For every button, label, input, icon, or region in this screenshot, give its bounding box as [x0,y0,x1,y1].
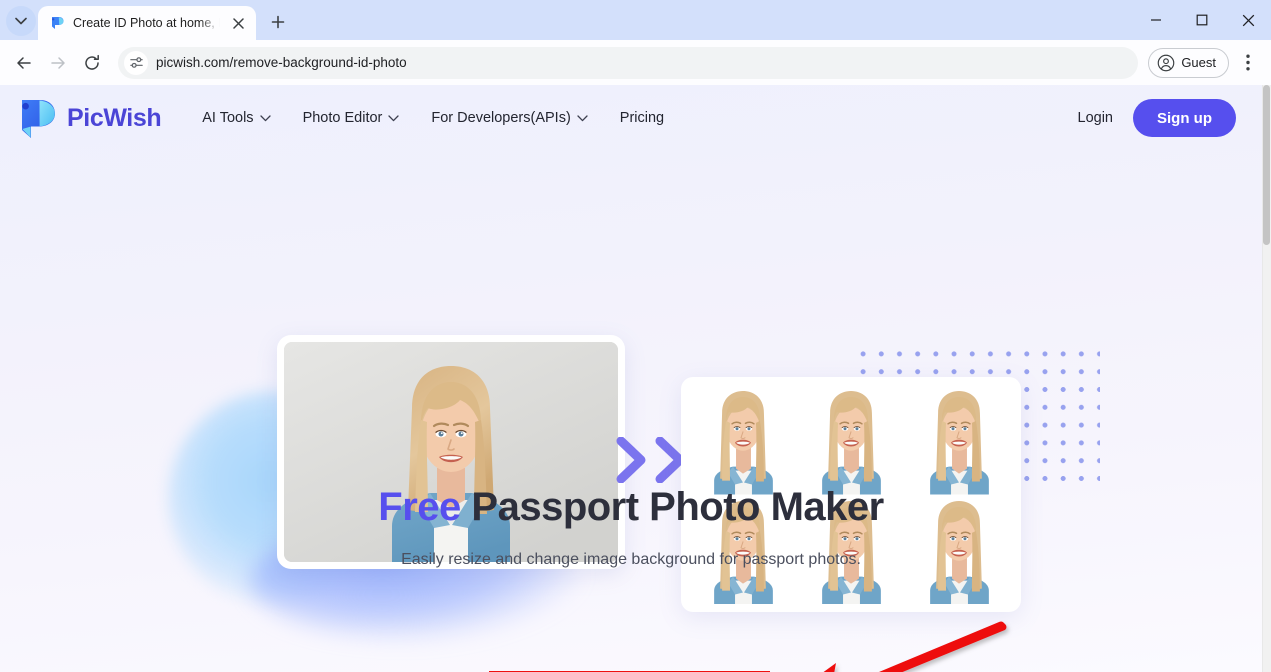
tune-sliders-icon[interactable] [124,50,148,75]
browser-toolbar: picwish.com/remove-background-id-photo G… [0,40,1271,85]
page-viewport: PicWish AI Tools Photo Editor For Develo [0,85,1271,672]
close-glyph [232,17,244,29]
chevron-down-icon [577,114,588,121]
chevron-down-icon [259,114,271,121]
minimize-button[interactable] [1133,0,1179,40]
address-bar[interactable]: picwish.com/remove-background-id-photo [118,46,1139,79]
close-window-icon [1242,14,1254,26]
kebab-glyph [1246,54,1250,71]
transform-arrows [616,437,685,483]
nav-item-ai-tools[interactable]: AI Tools [186,110,286,126]
nav-label: For Developers(APIs) [431,110,571,126]
forward-button[interactable] [42,47,74,79]
nav-item-photo-editor[interactable]: Photo Editor [287,110,416,126]
profile-chip[interactable]: Guest [1148,47,1229,78]
url-text: picwish.com/remove-background-id-photo [156,55,407,70]
account-circle-icon [1157,54,1175,71]
picwish-favicon [52,17,64,29]
tab-search-dropdown[interactable] [6,6,36,36]
back-button[interactable] [8,47,40,79]
reload-icon [85,54,99,70]
red-arrow-annotation [823,621,1007,672]
signup-button[interactable]: Sign up [1133,99,1236,137]
login-link[interactable]: Login [1078,110,1113,126]
headline-accent: Free [378,485,461,529]
kebab-menu-icon[interactable] [1233,48,1263,78]
chevron-right-icon [616,437,646,483]
site-header: PicWish AI Tools Photo Editor For Develo [0,85,1262,151]
reload-button[interactable] [76,47,108,79]
window-controls [1133,0,1271,40]
chevron-down-icon [15,17,27,25]
nav-item-pricing[interactable]: Pricing [604,110,680,126]
id-photo [905,385,1013,495]
browser-tab[interactable]: Create ID Photo at home, Re [38,6,256,40]
picwish-logo[interactable]: PicWish [14,95,162,141]
page-subtitle: Easily resize and change image backgroun… [401,551,861,568]
maximize-icon [1196,14,1208,26]
id-photo-cell [689,385,797,495]
picwish-bird-icon [22,100,55,138]
forward-arrow-icon [51,56,65,69]
tab-title: Create ID Photo at home, Re [73,16,220,30]
new-tab-button[interactable] [264,8,292,36]
minimize-icon [1151,19,1161,21]
browser-window: Create ID Photo at home, Re picwish.com/… [0,0,1271,672]
plus-icon [271,15,285,29]
id-photo [797,385,905,495]
chevron-down-icon [388,114,400,121]
site-nav: AI Tools Photo Editor For Developers(API… [186,110,680,126]
nav-label: AI Tools [202,110,254,126]
back-arrow-icon [17,56,31,69]
scrollbar-thumb[interactable] [1263,85,1270,245]
close-window-button[interactable] [1225,0,1271,40]
header-actions: Login Sign up [1078,99,1236,137]
nav-label: Photo Editor [302,110,383,126]
nav-label: Pricing [619,110,665,126]
source-photo-card [277,335,625,569]
page-title: Free Passport Photo Maker [0,485,1262,530]
id-photo [689,385,797,495]
tab-strip: Create ID Photo at home, Re [0,0,1271,40]
headline-rest: Passport Photo Maker [460,485,884,529]
id-photo-cell [797,385,905,495]
id-photo-cell [905,385,1013,495]
maximize-button[interactable] [1179,0,1225,40]
nav-item-for-developers[interactable]: For Developers(APIs) [415,110,603,126]
page-scrollbar[interactable] [1262,85,1271,672]
brand-name: PicWish [67,103,162,132]
profile-label: Guest [1181,55,1216,70]
close-icon[interactable] [228,13,248,33]
tune-glyph [129,57,143,68]
